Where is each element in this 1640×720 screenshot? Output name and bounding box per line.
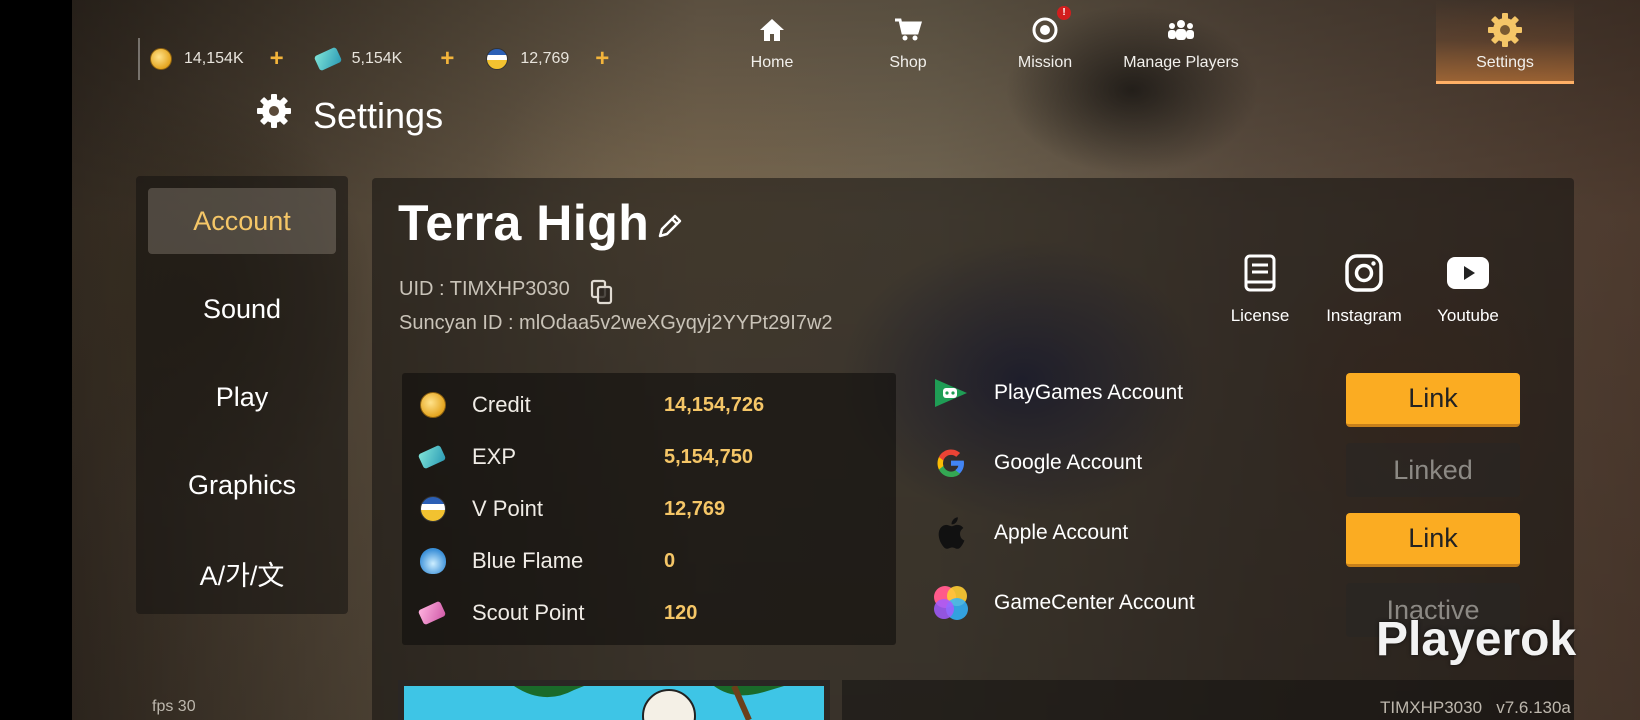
playgames-account-row: PlayGames Account — [930, 370, 1183, 416]
credit-currency: 14,154K + — [150, 47, 284, 71]
link-apple-button[interactable]: Link — [1346, 513, 1520, 567]
youtube-icon — [1418, 252, 1518, 294]
youtube-label: Youtube — [1437, 306, 1499, 325]
player-name: Terra High — [398, 195, 650, 251]
apple-account-row: Apple Account — [930, 510, 1128, 556]
v-point-icon — [420, 496, 446, 522]
blue-flame-icon — [420, 548, 446, 574]
google-icon — [930, 442, 972, 484]
fps-counter: fps 30 — [152, 698, 196, 715]
instagram-icon — [1314, 252, 1414, 294]
stat-row-blue-flame: Blue Flame 0 — [402, 541, 896, 581]
game-center-icon — [930, 582, 972, 624]
edit-name-pencil-icon[interactable] — [656, 212, 684, 245]
stat-value: 0 — [664, 549, 676, 572]
nav-manage-players[interactable]: Manage Players — [1120, 10, 1242, 72]
gamecenter-account-row: GameCenter Account — [930, 580, 1195, 626]
version-text: TIMXHP3030 v7.6.130a — [1380, 698, 1571, 717]
nav-settings-label: Settings — [1476, 54, 1534, 71]
nav-settings[interactable]: Settings — [1436, 0, 1574, 84]
copy-icon[interactable] — [590, 279, 614, 310]
currency-bar: 14,154K + 5,154K + 12,769 + — [138, 38, 629, 80]
stat-label: V Point — [472, 496, 543, 521]
exp-amount: 5,154K — [351, 50, 403, 67]
mission-alert-badge: ! — [1057, 6, 1071, 20]
sidebar-item-graphics[interactable]: Graphics — [148, 452, 336, 518]
gear-icon — [1436, 10, 1574, 50]
book-icon — [1210, 252, 1310, 294]
target-icon: ! — [1005, 6, 1085, 50]
cart-icon — [868, 10, 948, 50]
account-label: GameCenter Account — [994, 591, 1195, 614]
stat-value: 5,154,750 — [664, 445, 753, 468]
currency-stats-box: Credit 14,154,726 EXP 5,154,750 V Point … — [402, 373, 896, 645]
stat-row-scout-point: Scout Point 120 — [402, 593, 896, 633]
playerok-watermark: Playerok — [1376, 613, 1577, 666]
nav-home[interactable]: Home — [732, 10, 812, 72]
apple-icon — [930, 512, 972, 554]
sidebar-item-play[interactable]: Play — [148, 364, 336, 430]
credit-coin-icon — [420, 392, 446, 418]
vpoint-currency: 12,769 + — [486, 47, 609, 71]
stat-label: Scout Point — [472, 600, 585, 625]
add-vpoint-button[interactable]: + — [595, 47, 609, 71]
nav-home-label: Home — [750, 54, 794, 71]
page-title: Settings — [255, 92, 443, 139]
stat-label: Credit — [472, 392, 531, 417]
add-credit-button[interactable]: + — [270, 47, 284, 71]
add-exp-button[interactable]: + — [440, 47, 454, 71]
nav-shop-label: Shop — [889, 54, 927, 71]
youtube-button[interactable]: Youtube — [1418, 252, 1518, 326]
nav-manage-players-label: Manage Players — [1123, 54, 1239, 71]
uid-text: UID : TIMXHP3030 — [399, 278, 570, 300]
settings-sidebar: Account Sound Play Graphics A/가/文 — [136, 176, 348, 614]
exp-ticket-icon — [313, 46, 342, 72]
sidebar-item-sound[interactable]: Sound — [148, 276, 336, 342]
stat-row-vpoint: V Point 12,769 — [402, 489, 896, 529]
stat-value: 120 — [664, 601, 698, 624]
settings-gear-icon — [255, 92, 293, 139]
nav-mission[interactable]: ! Mission — [1005, 6, 1085, 72]
v-point-icon — [486, 48, 509, 70]
instagram-label: Instagram — [1326, 306, 1402, 325]
exp-currency: 5,154K + — [313, 46, 454, 72]
google-linked-button[interactable]: Linked — [1346, 443, 1520, 497]
account-label: Apple Account — [994, 521, 1129, 544]
credit-amount: 14,154K — [184, 50, 244, 67]
stat-value: 14,154,726 — [664, 393, 765, 416]
account-label: Google Account — [994, 451, 1143, 474]
stat-label: Blue Flame — [472, 548, 584, 573]
stat-label: EXP — [472, 444, 517, 469]
stat-value: 12,769 — [664, 497, 726, 520]
sidebar-item-language[interactable]: A/가/文 — [148, 540, 336, 606]
sidebar-item-account[interactable]: Account — [148, 188, 336, 254]
banner-image — [404, 686, 824, 720]
license-button[interactable]: License — [1210, 252, 1310, 326]
suncyan-id-text: Suncyan ID : mlOdaa5v2weXGyqyj2YYPt29I7w… — [399, 312, 833, 334]
license-label: License — [1230, 306, 1290, 325]
vpoint-amount: 12,769 — [520, 50, 570, 67]
instagram-button[interactable]: Instagram — [1314, 252, 1414, 326]
nav-shop[interactable]: Shop — [868, 10, 948, 72]
players-group-icon — [1120, 10, 1242, 50]
exp-ticket-icon — [417, 444, 447, 470]
stat-row-credit: Credit 14,154,726 — [402, 385, 896, 425]
promo-banner[interactable] — [398, 680, 830, 720]
stat-row-exp: EXP 5,154,750 — [402, 437, 896, 477]
google-account-row: Google Account — [930, 440, 1142, 486]
play-games-icon — [930, 372, 972, 414]
scout-ticket-icon — [417, 600, 447, 626]
nav-mission-label: Mission — [1017, 54, 1073, 71]
page-title-text: Settings — [313, 94, 444, 136]
link-playgames-button[interactable]: Link — [1346, 373, 1520, 427]
credit-coin-icon — [150, 48, 172, 70]
account-label: PlayGames Account — [994, 381, 1184, 404]
home-icon — [732, 10, 812, 50]
